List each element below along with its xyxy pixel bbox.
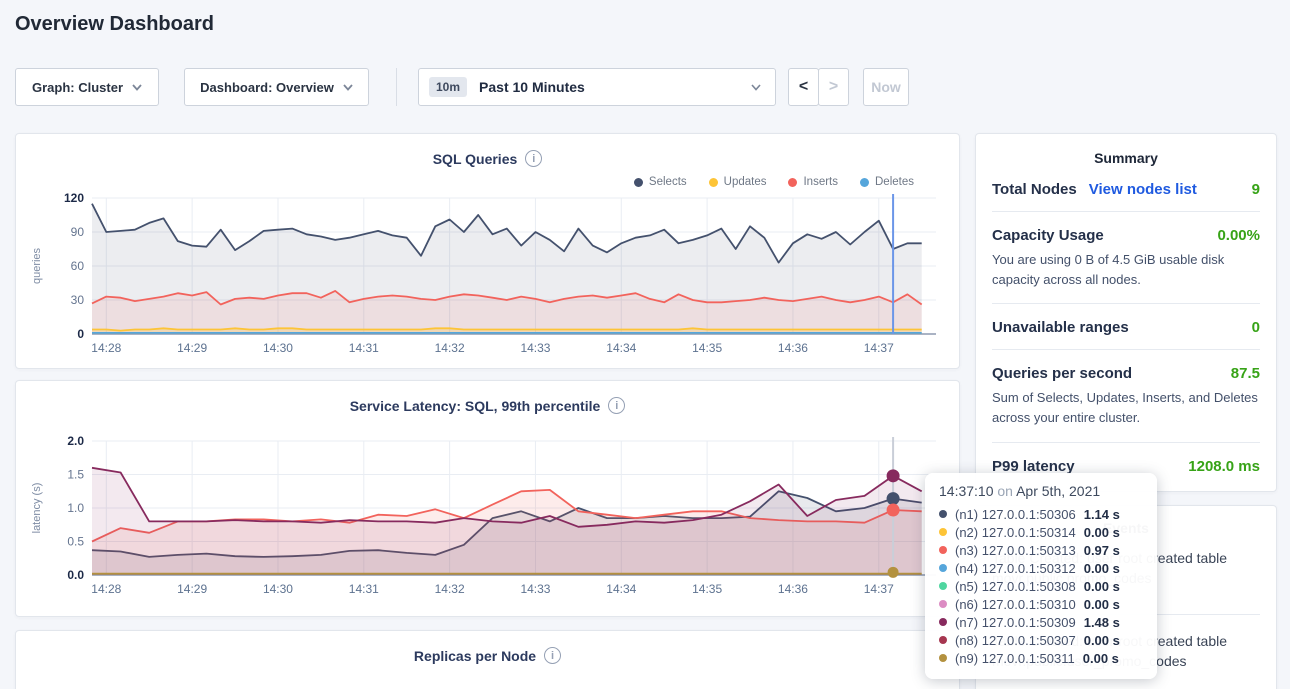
svg-text:14:32: 14:32 [435, 582, 465, 596]
svg-text:120: 120 [64, 191, 84, 205]
view-nodes-list-link[interactable]: View nodes list [1089, 181, 1197, 198]
time-prev-button[interactable]: < [788, 68, 819, 106]
svg-text:14:37: 14:37 [864, 341, 894, 355]
svg-text:14:33: 14:33 [520, 582, 550, 596]
node-color-dot [939, 564, 947, 572]
tooltip-row: (n8) 127.0.0.1:503070.00 s [939, 631, 1143, 649]
node-color-dot [939, 654, 947, 662]
summary-queries-per-second: Queries per second 87.5 [992, 365, 1260, 382]
info-icon[interactable]: i [544, 647, 561, 664]
svg-text:14:34: 14:34 [606, 582, 636, 596]
summary-unavailable-ranges: Unavailable ranges 0 [992, 319, 1260, 336]
chevron-down-icon [132, 84, 142, 91]
controls-divider [396, 68, 397, 106]
total-nodes-value: 9 [1252, 181, 1260, 198]
node-color-dot [939, 618, 947, 626]
divider [992, 442, 1260, 443]
tooltip-row: (n2) 127.0.0.1:503140.00 s [939, 523, 1143, 541]
time-range-label: Past 10 Minutes [479, 79, 585, 95]
replicas-per-node-card: Replicas per Node i [15, 630, 960, 689]
divider [992, 211, 1260, 212]
svg-text:1.5: 1.5 [67, 468, 84, 482]
tooltip-row: (n4) 127.0.0.1:503120.00 s [939, 559, 1143, 577]
divider [992, 303, 1260, 304]
capacity-usage-value: 0.00% [1217, 227, 1260, 244]
node-color-dot [939, 636, 947, 644]
node-color-dot [939, 528, 947, 536]
summary-capacity-usage: Capacity Usage 0.00% [992, 227, 1260, 244]
tooltip-row: (n6) 127.0.0.1:503100.00 s [939, 595, 1143, 613]
unavailable-ranges-value: 0 [1252, 319, 1260, 336]
tooltip-row: (n3) 127.0.0.1:503130.97 s [939, 541, 1143, 559]
tooltip-row: (n9) 127.0.0.1:503110.00 s [939, 649, 1143, 667]
svg-text:14:37: 14:37 [864, 582, 894, 596]
svg-text:60: 60 [71, 259, 85, 273]
sql-queries-chart[interactable]: 0 30 60 90 120 14:28 14:29 14:30 14:31 14:32 14:33… [24, 186, 949, 366]
svg-text:14:29: 14:29 [177, 582, 207, 596]
node-color-dot [939, 582, 947, 590]
time-range-badge: 10m [429, 77, 467, 97]
dashboard-dropdown[interactable]: Dashboard: Overview [184, 68, 369, 106]
svg-text:14:36: 14:36 [778, 582, 808, 596]
summary-total-nodes: Total Nodes View nodes list 9 [992, 181, 1260, 198]
chevron-down-icon [343, 84, 353, 91]
service-latency-card: Service Latency: SQL, 99th percentile i … [15, 380, 960, 617]
service-latency-title: Service Latency: SQL, 99th percentile i [16, 381, 959, 414]
time-now-button[interactable]: Now [863, 68, 909, 106]
svg-text:14:35: 14:35 [692, 582, 722, 596]
prev-arrow-icon: < [799, 78, 808, 96]
tooltip-row: (n5) 127.0.0.1:503080.00 s [939, 577, 1143, 595]
svg-text:2.0: 2.0 [67, 434, 84, 448]
time-next-button[interactable]: > [818, 68, 849, 106]
svg-text:14:30: 14:30 [263, 582, 293, 596]
tooltip-row: (n1) 127.0.0.1:503061.14 s [939, 505, 1143, 523]
chevron-down-icon [751, 84, 761, 91]
sql-queries-card: SQL Queries i SelectsUpdatesInsertsDelet… [15, 133, 960, 369]
dashboard-dropdown-label: Dashboard: Overview [200, 80, 334, 95]
svg-text:30: 30 [71, 293, 85, 307]
time-range-dropdown[interactable]: 10m Past 10 Minutes [418, 68, 776, 106]
queries-per-second-value: 87.5 [1231, 365, 1260, 382]
summary-title: Summary [976, 150, 1276, 166]
p99-latency-value: 1208.0 ms [1188, 458, 1260, 475]
sql-queries-title: SQL Queries i [16, 134, 959, 167]
summary-p99-latency: P99 latency 1208.0 ms [992, 458, 1260, 475]
svg-text:14:33: 14:33 [520, 341, 550, 355]
svg-text:14:35: 14:35 [692, 341, 722, 355]
svg-text:90: 90 [71, 225, 85, 239]
svg-text:14:36: 14:36 [778, 341, 808, 355]
svg-text:1.0: 1.0 [67, 501, 84, 515]
svg-text:14:28: 14:28 [91, 582, 121, 596]
svg-text:14:32: 14:32 [435, 341, 465, 355]
graph-dropdown[interactable]: Graph: Cluster [15, 68, 159, 106]
svg-text:14:30: 14:30 [263, 341, 293, 355]
capacity-usage-desc: You are using 0 B of 4.5 GiB usable disk… [992, 250, 1260, 290]
svg-text:0.0: 0.0 [67, 568, 84, 582]
svg-text:queries: queries [31, 247, 43, 284]
tooltip-timestamp: 14:37:10 on Apr 5th, 2021 [939, 483, 1143, 499]
replicas-per-node-title: Replicas per Node i [16, 631, 959, 664]
page-title: Overview Dashboard [15, 13, 214, 36]
svg-text:14:31: 14:31 [349, 341, 379, 355]
info-icon[interactable]: i [525, 150, 542, 167]
graph-dropdown-label: Graph: Cluster [32, 80, 123, 95]
svg-text:latency (s): latency (s) [31, 483, 43, 534]
divider [992, 349, 1260, 350]
queries-per-second-desc: Sum of Selects, Updates, Inserts, and De… [992, 388, 1260, 428]
svg-text:0: 0 [77, 327, 84, 341]
svg-text:14:34: 14:34 [606, 341, 636, 355]
next-arrow-icon: > [829, 78, 838, 96]
node-color-dot [939, 600, 947, 608]
node-color-dot [939, 510, 947, 518]
summary-panel: Summary Total Nodes View nodes list 9 Ca… [975, 133, 1277, 492]
svg-text:14:29: 14:29 [177, 341, 207, 355]
service-latency-chart[interactable]: 0.0 0.5 1.0 1.5 2.0 14:28 14:29 14:30 14:31 14:32… [24, 431, 949, 611]
info-icon[interactable]: i [608, 397, 625, 414]
chart-hover-tooltip: 14:37:10 on Apr 5th, 2021 (n1) 127.0.0.1… [925, 473, 1157, 679]
svg-text:0.5: 0.5 [67, 535, 84, 549]
svg-text:14:31: 14:31 [349, 582, 379, 596]
node-color-dot [939, 546, 947, 554]
svg-text:14:28: 14:28 [91, 341, 121, 355]
tooltip-row: (n7) 127.0.0.1:503091.48 s [939, 613, 1143, 631]
